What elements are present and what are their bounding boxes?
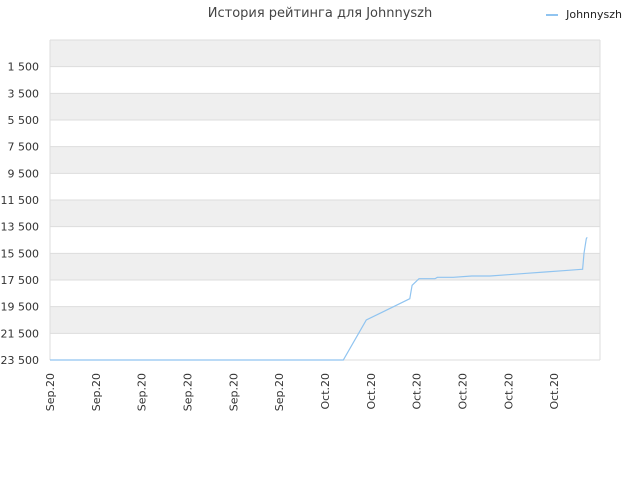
- y-tick-label: 7 500: [8, 141, 40, 154]
- grid-band: [50, 333, 600, 360]
- grid-band: [50, 120, 600, 147]
- y-tick-label: 9 500: [8, 167, 40, 180]
- y-tick-label: 23 500: [1, 354, 40, 367]
- x-tick-label: Oct.20: [457, 373, 470, 410]
- y-tick-label: 5 500: [8, 114, 40, 127]
- grid-band: [50, 200, 600, 227]
- y-tick-label: 3 500: [8, 87, 40, 100]
- y-tick-label: 11 500: [1, 194, 40, 207]
- x-tick-label: Sep.20: [273, 373, 286, 411]
- grid-band: [50, 253, 600, 280]
- x-tick-label: Sep.20: [227, 373, 240, 411]
- y-tick-label: 17 500: [1, 274, 40, 287]
- grid-band: [50, 93, 600, 120]
- chart-plot: 1 500 3 500 5 500 7 500 9 500 11 500 13 500 15 …: [1, 39, 601, 411]
- x-tick-label: Sep.20: [90, 373, 103, 411]
- x-tick-label: Oct.20: [365, 373, 378, 410]
- x-tick-label: Oct.20: [411, 373, 424, 410]
- grid-band: [50, 146, 600, 174]
- grid-band: [50, 280, 600, 307]
- y-tick-label: 1 500: [8, 61, 40, 74]
- y-tick-label: 15 500: [1, 247, 40, 260]
- grid-band: [50, 66, 600, 94]
- grid-band: [50, 306, 600, 334]
- grid-band: [50, 40, 600, 67]
- x-tick-label: Oct.20: [319, 373, 332, 410]
- x-tick-label: Sep.20: [44, 373, 57, 411]
- grid-band: [50, 173, 600, 200]
- y-tick-label: 19 500: [1, 301, 40, 314]
- x-tick-label: Sep.20: [182, 373, 195, 411]
- x-tick-label: Oct.20: [502, 373, 515, 410]
- grid-band: [50, 226, 600, 254]
- x-tick-label: Oct.20: [548, 373, 561, 410]
- x-tick-label: Sep.20: [136, 373, 149, 411]
- y-tick-label: 13 500: [1, 221, 40, 234]
- y-tick-label: 21 500: [1, 327, 40, 340]
